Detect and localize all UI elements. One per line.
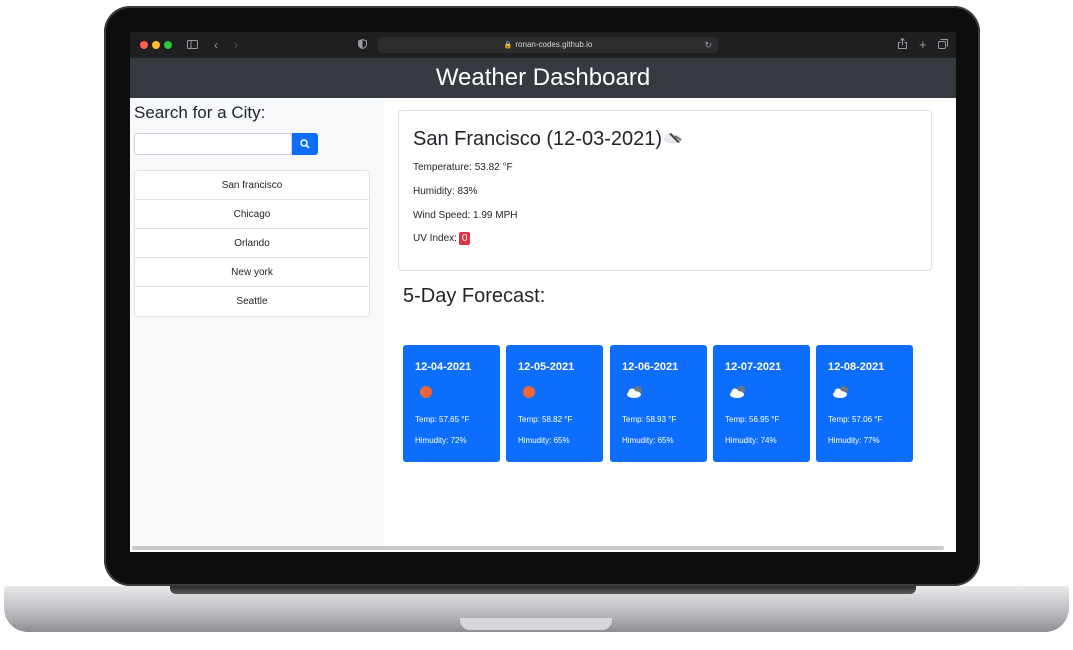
address-bar[interactable]: 🔒 ronan-codes.github.io ↻ (378, 37, 718, 53)
sidebar-icon[interactable] (187, 37, 198, 53)
current-uv-index: UV Index: 0 (413, 232, 471, 245)
forecast-humidity: Himudity: 72% (415, 436, 467, 445)
search-heading: Search for a City: (134, 103, 266, 122)
search-icon (300, 139, 310, 149)
forecast-temp: Temp: 58.82 °F (518, 415, 573, 424)
browser-window: ‹ › 🔒 ronan-codes.github.io ↻ + Weather D… (130, 32, 956, 552)
uv-badge: 0 (458, 232, 471, 245)
partly-cloudy-icon (626, 385, 646, 404)
forecast-humidity: Himudity: 74% (725, 436, 777, 445)
forecast-date: 12-05-2021 (518, 361, 575, 373)
forecast-date: 12-04-2021 (415, 361, 472, 373)
forecast-temp: Temp: 58.93 °F (622, 415, 677, 424)
city-history-item[interactable]: Orlando (135, 229, 369, 258)
forward-icon[interactable]: › (234, 37, 238, 53)
close-window-button[interactable] (140, 41, 148, 49)
share-icon[interactable] (898, 37, 907, 53)
forecast-temp: Temp: 57.06 °F (828, 415, 883, 424)
forecast-humidity: Himudity: 77% (828, 436, 880, 445)
current-wind-speed: Wind Speed: 1.99 MPH (413, 210, 518, 221)
forecast-temp: Temp: 57.65 °F (415, 415, 470, 424)
forecast-card: 12-04-2021 Temp: 57.65 °F Himudity: 72% (403, 345, 500, 462)
city-history-item[interactable]: Seattle (135, 287, 369, 316)
forecast-card: 12-05-2021 Temp: 58.82 °F Himudity: 65% (506, 345, 603, 462)
forecast-humidity: Himudity: 65% (622, 436, 674, 445)
sun-icon (522, 385, 536, 404)
page-header: Weather Dashboard (130, 58, 956, 98)
forecast-card: 12-07-2021 Temp: 56.95 °F Himudity: 74% (713, 345, 810, 462)
city-history-item[interactable]: New york (135, 258, 369, 287)
weather-main: San Francisco (12-03-2021) Temperature: … (384, 98, 956, 548)
sun-icon (419, 385, 433, 404)
privacy-icon[interactable] (358, 37, 367, 53)
current-city-heading: San Francisco (12-03-2021) (413, 128, 663, 150)
city-search-input[interactable] (134, 133, 292, 155)
forecast-card: 12-08-2021 Temp: 57.06 °F Himudity: 77% (816, 345, 913, 462)
forecast-card: 12-06-2021 Temp: 58.93 °F Himudity: 65% (610, 345, 707, 462)
current-weather-card: San Francisco (12-03-2021) Temperature: … (398, 110, 932, 271)
search-sidebar: Search for a City: San francisco Chicago… (130, 98, 384, 548)
url-text: ronan-codes.github.io (515, 40, 593, 49)
reload-icon[interactable]: ↻ (704, 37, 712, 53)
partly-cloudy-icon (729, 385, 749, 404)
horizontal-scrollbar[interactable] (132, 546, 944, 550)
laptop-notch (460, 618, 612, 630)
minimize-window-button[interactable] (152, 41, 160, 49)
forecast-temp: Temp: 56.95 °F (725, 415, 780, 424)
forecast-heading: 5-Day Forecast: (403, 285, 546, 307)
forecast-date: 12-08-2021 (828, 361, 885, 373)
city-history-item[interactable]: San francisco (135, 171, 369, 200)
new-tab-icon[interactable]: + (919, 37, 927, 53)
laptop-hinge (170, 586, 916, 594)
forecast-date: 12-06-2021 (622, 361, 679, 373)
current-humidity: Humidity: 83% (413, 186, 478, 197)
search-history-list: San francisco Chicago Orlando New york S… (134, 170, 370, 317)
zoom-window-button[interactable] (164, 41, 172, 49)
city-history-item[interactable]: Chicago (135, 200, 369, 229)
forecast-date: 12-07-2021 (725, 361, 782, 373)
partly-cloudy-icon (832, 385, 852, 404)
tabs-icon[interactable] (938, 37, 948, 53)
back-icon[interactable]: ‹ (214, 37, 218, 53)
forecast-humidity: Himudity: 65% (518, 436, 570, 445)
lock-icon: 🔒 (503, 42, 513, 49)
uv-label: UV Index: (413, 233, 457, 244)
browser-toolbar: ‹ › 🔒 ronan-codes.github.io ↻ + (130, 32, 956, 58)
cloud-icon (661, 131, 685, 150)
current-temperature: Temperature: 53.82 °F (413, 162, 513, 173)
search-button[interactable] (292, 133, 318, 155)
page-title: Weather Dashboard (435, 64, 651, 91)
